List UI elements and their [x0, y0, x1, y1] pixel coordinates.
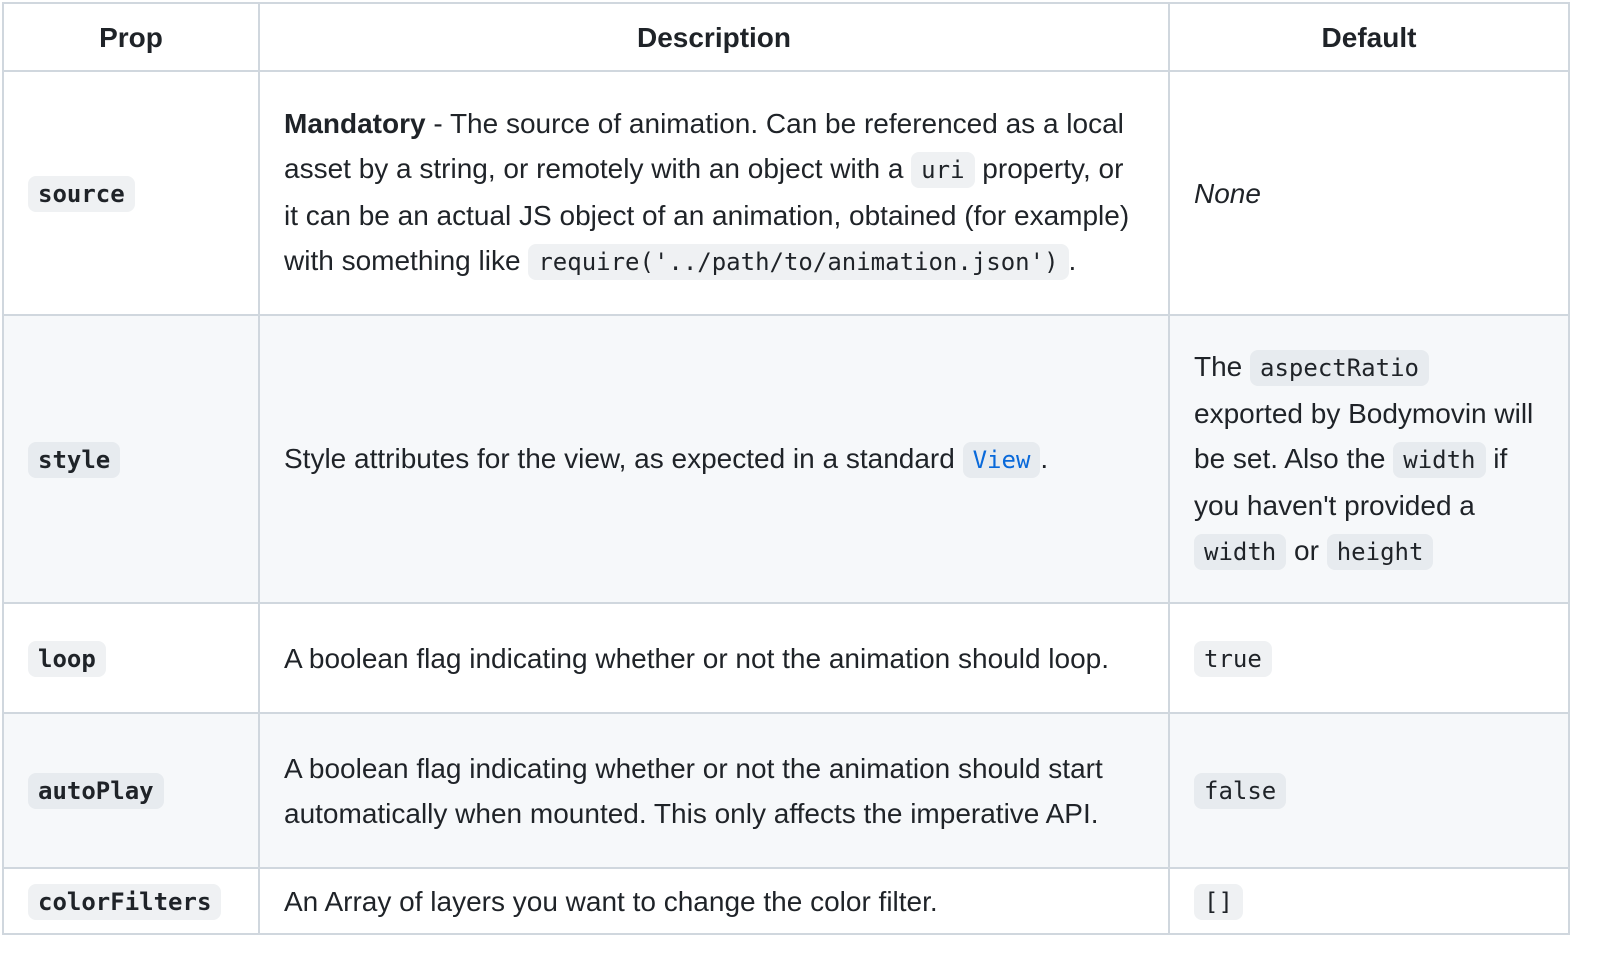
default-cell: false: [1168, 712, 1570, 869]
description-cell: An Array of layers you want to change th…: [258, 867, 1170, 935]
inline-code: aspectRatio: [1250, 349, 1429, 386]
prop-name: loop: [28, 640, 106, 677]
mandatory-label: Mandatory: [284, 108, 426, 139]
prop-cell: autoPlay: [2, 712, 260, 869]
header-row: Prop Description Default: [2, 2, 1570, 72]
inline-code: require('../path/to/animation.json'): [528, 244, 1069, 280]
table-row-colorfilters: colorFilters An Array of layers you want…: [2, 867, 1570, 935]
view-link[interactable]: View: [962, 441, 1041, 478]
prop-cell: loop: [2, 602, 260, 714]
inline-code: width: [1194, 533, 1287, 570]
table-row-loop: loop A boolean flag indicating whether o…: [2, 602, 1570, 714]
prop-name: style: [28, 441, 121, 478]
inline-code: height: [1326, 533, 1434, 570]
description-text: .: [1068, 245, 1077, 276]
description-cell: Mandatory - The source of animation. Can…: [258, 70, 1170, 316]
prop-name: autoPlay: [28, 773, 164, 809]
table-row-source: source Mandatory - The source of animati…: [2, 70, 1570, 316]
header-description: Description: [258, 2, 1170, 72]
inline-code: width: [1393, 441, 1486, 478]
props-table: Prop Description Default source Mandator…: [2, 2, 1570, 935]
prop-cell: colorFilters: [2, 867, 260, 935]
default-cell: The aspectRatio exported by Bodymovin wi…: [1168, 314, 1570, 604]
default-value: []: [1194, 883, 1243, 920]
default-cell: true: [1168, 602, 1570, 714]
description-text: Style attributes for the view, as expect…: [284, 442, 963, 474]
prop-name: source: [28, 175, 135, 212]
header-default: Default: [1168, 2, 1570, 72]
inline-code: uri: [911, 152, 975, 188]
description-text: .: [1040, 442, 1049, 474]
default-value: true: [1194, 640, 1272, 677]
description-cell: A boolean flag indicating whether or not…: [258, 712, 1170, 869]
default-value: false: [1194, 773, 1287, 809]
table-row-autoplay: autoPlay A boolean flag indicating wheth…: [2, 712, 1570, 869]
default-cell: []: [1168, 867, 1570, 935]
default-text: or: [1286, 534, 1327, 566]
default-value: None: [1194, 177, 1261, 209]
default-text: The: [1194, 350, 1251, 382]
description-cell: Style attributes for the view, as expect…: [258, 314, 1170, 604]
prop-cell: style: [2, 314, 260, 604]
header-prop: Prop: [2, 2, 260, 72]
table-row-style: style Style attributes for the view, as …: [2, 314, 1570, 604]
prop-name: colorFilters: [28, 883, 222, 920]
description-cell: A boolean flag indicating whether or not…: [258, 602, 1170, 714]
prop-cell: source: [2, 70, 260, 316]
default-cell: None: [1168, 70, 1570, 316]
